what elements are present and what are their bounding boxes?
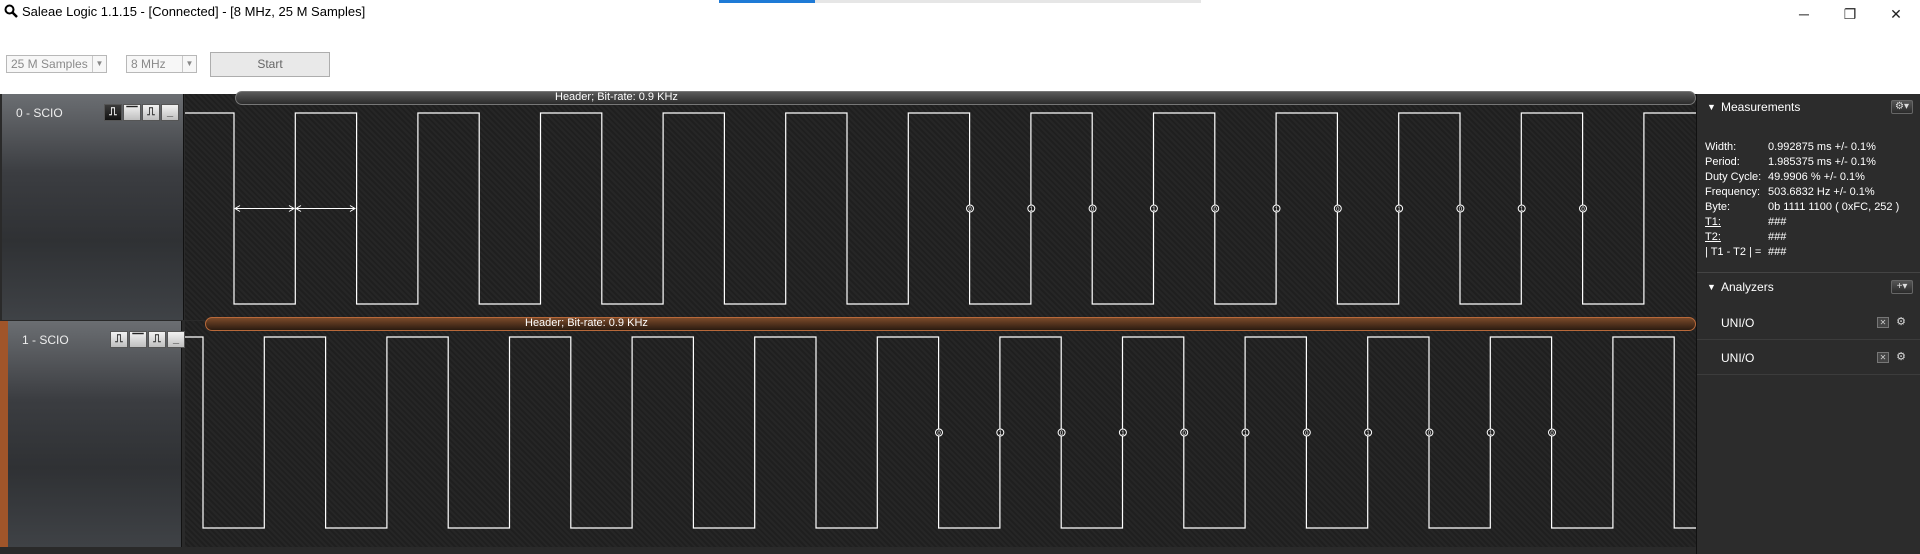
measurement-key: Byte: — [1705, 201, 1731, 213]
measurements-header[interactable]: ▼ Measurements ⚙▾ — [1697, 94, 1920, 120]
samples-select[interactable]: 25 M Samples ▼ — [6, 55, 107, 73]
trigger-low-button[interactable]: _ — [167, 331, 185, 348]
close-icon[interactable]: ✕ — [1877, 317, 1889, 328]
analyzer-name: UNI/O — [1721, 351, 1755, 365]
measurement-value: 0b 1111 1100 ( 0xFC, 252 ) — [1768, 201, 1900, 213]
waveform: 01010101010 — [185, 336, 1696, 529]
waveform-plot[interactable]: Header; Bit-rate: 0.9 KHz 01010101010 — [185, 91, 1696, 320]
title-bar: Saleae Logic 1.1.15 - [Connected] - [8 M… — [0, 0, 1920, 24]
analyzer-item[interactable]: UNI/O ✕ ⚙ — [1697, 341, 1920, 375]
waveform-workspace: 0 - SCIO ⎍ ⎺ ⎍ _ Header; Bit-rate: 0.9 K… — [0, 91, 1920, 554]
chevron-down-icon: ▼ — [182, 56, 196, 72]
sample-rate-value: 8 MHz — [131, 57, 166, 71]
channel-label-panel[interactable]: 1 - SCIO ⎍ ⎺ ⎍ _ — [0, 321, 185, 547]
channel-label-panel[interactable]: 0 - SCIO ⎍ ⎺ ⎍ _ — [2, 94, 184, 320]
trigger-falling-edge-button[interactable]: ⎍ — [142, 104, 160, 121]
analyzers-title: Analyzers — [1721, 280, 1774, 294]
capture-progress-bar — [719, 0, 1201, 3]
measurement-value: 0.992875 ms +/- 0.1% — [1768, 141, 1876, 153]
measurement-value: ### — [1768, 246, 1787, 258]
close-icon[interactable]: ✕ — [1877, 352, 1889, 363]
measurement-value: ### — [1768, 216, 1787, 228]
measurement-key: Width: — [1705, 141, 1737, 153]
measurement-value: 49.9906 % +/- 0.1% — [1768, 171, 1865, 183]
measurement-value: ### — [1768, 231, 1787, 243]
measurement-value: 503.6832 Hz +/- 0.1% — [1768, 186, 1875, 198]
trigger-buttons: ⎍ ⎺ ⎍ _ — [104, 104, 179, 121]
samples-select-value: 25 M Samples — [11, 57, 88, 71]
measurement-key: T1: — [1705, 216, 1721, 228]
toolbar: 25 M Samples ▼ 8 MHz ▼ Start — [0, 24, 1920, 94]
channel-row: 0 - SCIO ⎍ ⎺ ⎍ _ Header; Bit-rate: 0.9 K… — [0, 91, 1696, 320]
measurement-value: 1.985375 ms +/- 0.1% — [1768, 156, 1876, 168]
analyzer-item[interactable]: UNI/O ✕ ⚙ — [1697, 306, 1920, 340]
channel-name: 0 - SCIO — [16, 106, 63, 120]
chevron-down-icon: ▼ — [92, 56, 106, 72]
divider — [1697, 272, 1920, 273]
measurements-title: Measurements — [1721, 100, 1801, 114]
analyzer-name: UNI/O — [1721, 316, 1755, 330]
add-analyzer-button[interactable]: +▾ — [1891, 280, 1913, 294]
collapse-triangle-icon: ▼ — [1707, 102, 1716, 112]
trigger-low-button[interactable]: _ — [161, 104, 179, 121]
sample-rate-select[interactable]: 8 MHz ▼ — [126, 55, 197, 73]
trigger-high-button[interactable]: ⎺ — [123, 104, 141, 121]
capture-progress-fill — [719, 0, 816, 3]
waveform: 01010101010 — [185, 112, 1696, 305]
channel-name: 1 - SCIO — [22, 333, 69, 347]
trigger-rising-edge-button[interactable]: ⎍ — [110, 331, 128, 348]
collapse-triangle-icon: ▼ — [1707, 282, 1716, 292]
trigger-high-button[interactable]: ⎺ — [129, 331, 147, 348]
measurement-key: Frequency: — [1705, 186, 1761, 198]
right-panel: ▼ Measurements ⚙▾ Width: 0.992875 ms +/- … — [1696, 94, 1920, 554]
gear-icon[interactable]: ⚙ — [1894, 316, 1908, 329]
start-button[interactable]: Start — [210, 52, 330, 77]
search-icon — [4, 4, 18, 18]
measurement-key: | T1 - T2 | = — [1705, 246, 1762, 258]
measurement-key: Duty Cycle: — [1705, 171, 1762, 183]
analyzers-header[interactable]: ▼ Analyzers +▾ — [1697, 274, 1920, 300]
trigger-buttons: ⎍ ⎺ ⎍ _ — [110, 331, 185, 348]
waveform-plot[interactable]: Header; Bit-rate: 0.9 KHz 01010101010 — [185, 317, 1696, 547]
gear-icon[interactable]: ⚙▾ — [1891, 100, 1913, 114]
signal-trace — [185, 112, 1696, 305]
window-title: Saleae Logic 1.1.15 - [Connected] - [8 M… — [22, 4, 366, 19]
measurement-key: Period: — [1705, 156, 1740, 168]
gear-icon[interactable]: ⚙ — [1894, 351, 1908, 364]
measurement-key: T2: — [1705, 231, 1721, 243]
trigger-rising-edge-button[interactable]: ⎍ — [104, 104, 122, 121]
channel-row: 1 - SCIO ⎍ ⎺ ⎍ _ Header; Bit-rate: 0.9 K… — [0, 317, 1696, 547]
trigger-falling-edge-button[interactable]: ⎍ — [148, 331, 166, 348]
